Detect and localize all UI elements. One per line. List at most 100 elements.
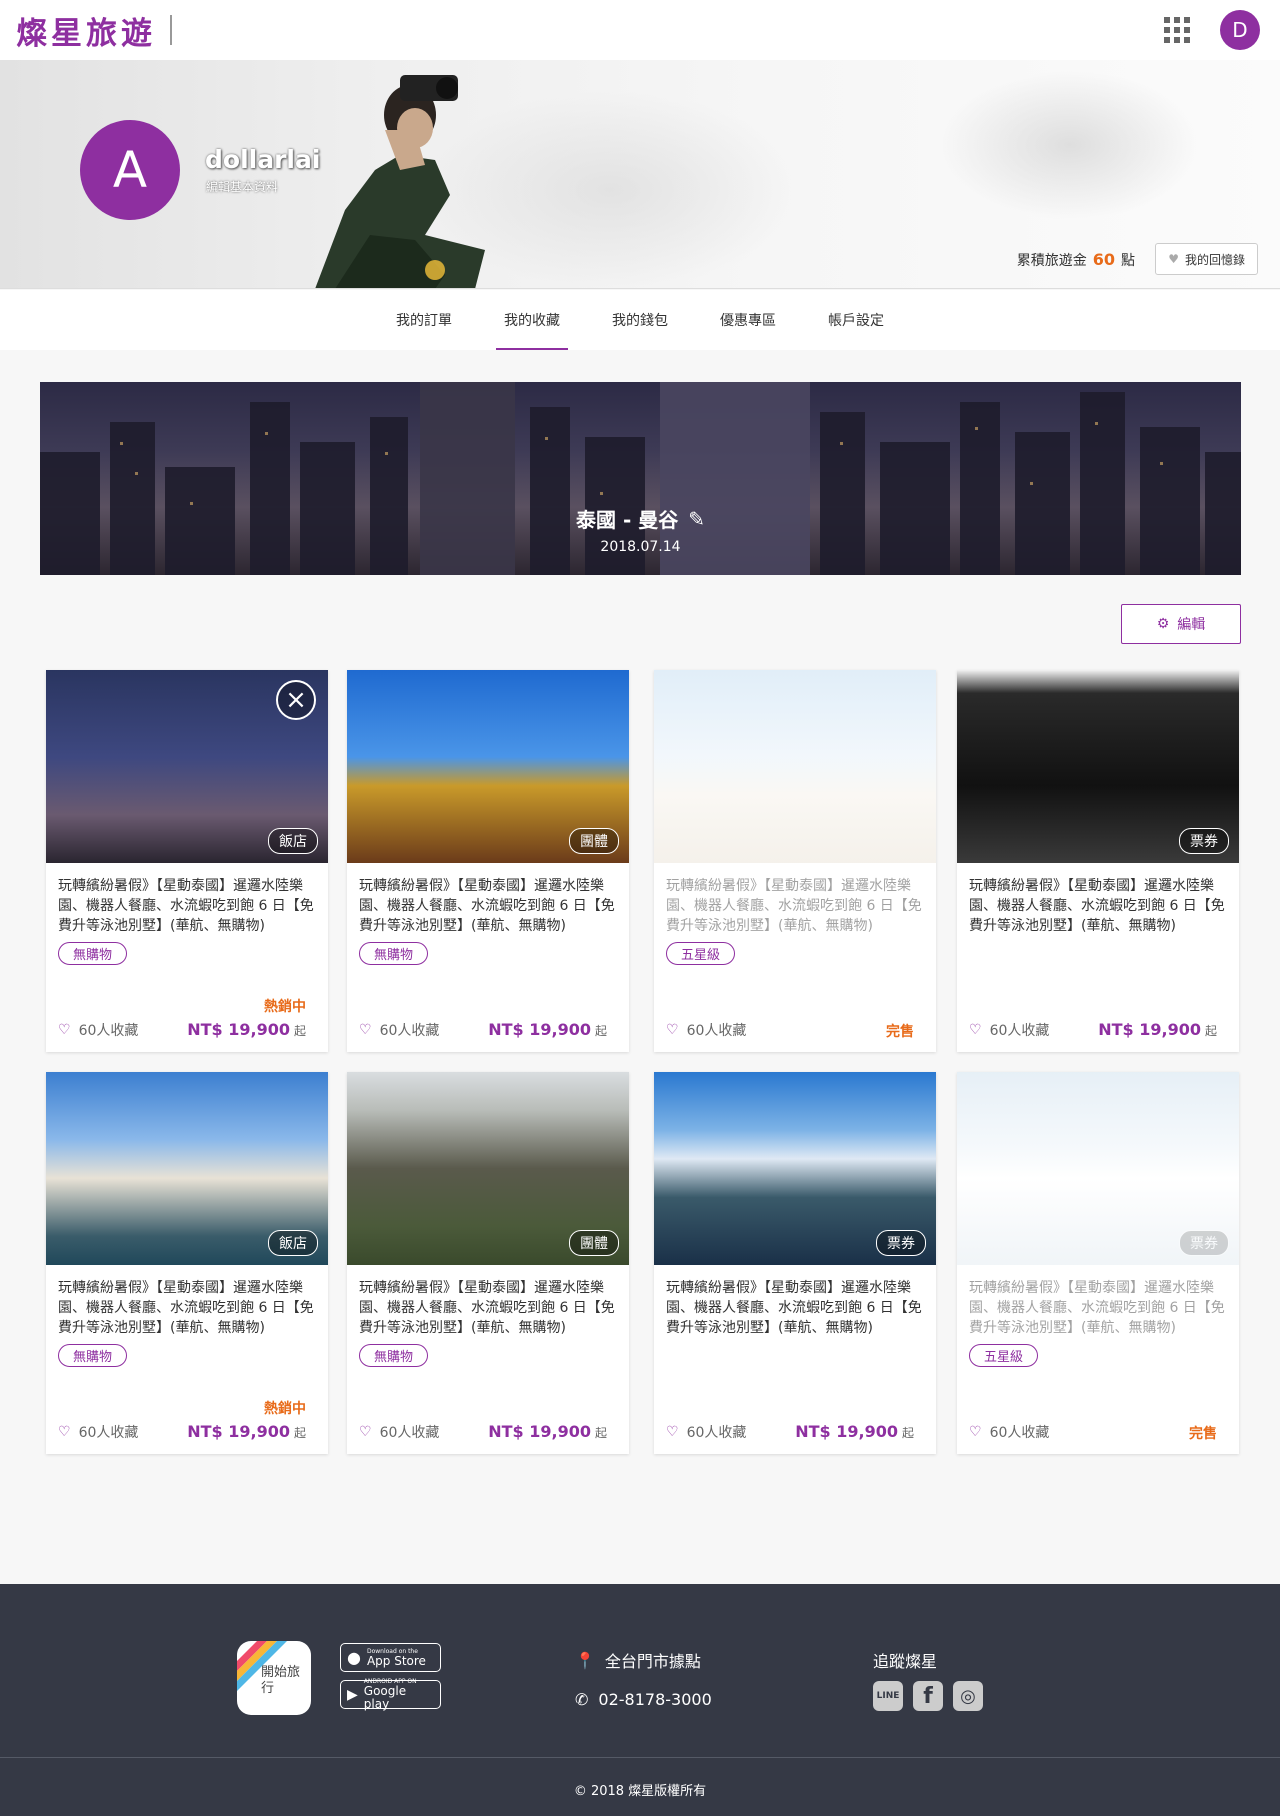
points-unit: 點	[1121, 253, 1135, 269]
play-icon: ▶	[347, 1686, 358, 1703]
logo[interactable]: 燦星旅遊	[16, 8, 156, 53]
heart-outline-icon[interactable]: ♡	[58, 1022, 71, 1038]
favorite-card[interactable]: 票券玩轉繽紛暑假》【星動泰國】暹邏水陸樂園、機器人餐廳、水流蝦吃到飽 6 日【免…	[654, 1072, 936, 1454]
store-locations-label: 全台門市據點	[604, 1652, 701, 1671]
favorite-card[interactable]: × 飯店玩轉繽紛暑假》【星動泰國】暹邏水陸樂園、機器人餐廳、水流蝦吃到飽 6 日【…	[46, 670, 328, 1052]
favorite-count: ♡ 60人收藏	[666, 1422, 746, 1442]
card-price: NT$ 19,900 起	[795, 1422, 914, 1441]
phone-number: 02-8178-3000	[598, 1690, 712, 1709]
instagram-icon[interactable]: ◎	[953, 1681, 983, 1711]
heart-outline-icon[interactable]: ♡	[666, 1424, 679, 1440]
googleplay-button[interactable]: ▶ ANDROID APP ON Google play	[340, 1678, 441, 1711]
app-icon[interactable]: 開始旅行	[237, 1641, 311, 1715]
gear-icon: ⚙	[1156, 616, 1170, 632]
favorite-count-text: 60人收藏	[78, 1023, 139, 1039]
price-suffix: 起	[901, 1426, 914, 1440]
favorite-count-text: 60人收藏	[379, 1425, 440, 1441]
favorite-card[interactable]: 團體 玩轉繽紛暑假》【星動泰國】暹邏水陸樂園、機器人餐廳、水流蝦吃到飽 6 日【免…	[347, 1072, 629, 1454]
favorite-count-text: 60人收藏	[686, 1425, 747, 1441]
collection-title: 泰國 - 曼谷 ✎	[40, 504, 1241, 533]
category-badge: 飯店	[268, 1230, 318, 1256]
card-title[interactable]: 玩轉繽紛暑假》【星動泰國】暹邏水陸樂園、機器人餐廳、水流蝦吃到飽 6 日【免費升…	[58, 876, 316, 936]
favorite-count-text: 60人收藏	[989, 1425, 1050, 1441]
tab-promotions[interactable]: 優惠專區	[700, 290, 796, 350]
collection-banner: 泰國 - 曼谷 ✎ 2018.07.14	[40, 382, 1241, 575]
price-value: NT$ 19,900	[488, 1422, 591, 1441]
appstore-button[interactable]: ● Download on the App Store	[340, 1643, 441, 1672]
card-title[interactable]: 玩轉繽紛暑假》【星動泰國】暹邏水陸樂園、機器人餐廳、水流蝦吃到飽 6 日【免費升…	[969, 1278, 1227, 1338]
line-icon[interactable]: LINE	[873, 1681, 903, 1711]
account-tabs: 我的訂單 我的收藏 我的錢包 優惠專區 帳戶設定	[0, 290, 1280, 350]
price-suffix: 起	[293, 1426, 306, 1440]
facebook-icon[interactable]: f	[913, 1681, 943, 1711]
category-badge: 票券	[1179, 1230, 1229, 1256]
category-badge: 飯店	[268, 828, 318, 854]
tab-favorites[interactable]: 我的收藏	[484, 290, 580, 350]
memory-button[interactable]: ♥ 我的回憶錄	[1155, 243, 1258, 275]
heart-outline-icon[interactable]: ♡	[359, 1424, 372, 1440]
remove-favorite-icon[interactable]: ×	[276, 680, 316, 720]
map-pin-icon: 📍	[575, 1650, 595, 1670]
favorite-count-text: 60人收藏	[989, 1023, 1050, 1039]
apps-grid-icon[interactable]	[1164, 17, 1190, 43]
logo-divider	[170, 15, 172, 45]
card-title[interactable]: 玩轉繽紛暑假》【星動泰國】暹邏水陸樂園、機器人餐廳、水流蝦吃到飽 6 日【免費升…	[58, 1278, 316, 1338]
favorite-count: ♡ 60人收藏	[969, 1422, 1049, 1442]
category-badge: 票券	[876, 1230, 926, 1256]
card-title[interactable]: 玩轉繽紛暑假》【星動泰國】暹邏水陸樂園、機器人餐廳、水流蝦吃到飽 6 日【免費升…	[359, 876, 617, 936]
footer: 開始旅行 ● Download on the App Store ▶ ANDRO…	[0, 1584, 1280, 1816]
heart-outline-icon[interactable]: ♡	[969, 1424, 982, 1440]
points-value: 60	[1092, 250, 1115, 269]
card-tag: 五星級	[969, 1344, 1039, 1367]
heart-outline-icon[interactable]: ♡	[359, 1022, 372, 1038]
card-price: NT$ 19,900 起	[1098, 1020, 1217, 1039]
favorite-card[interactable]: 飯店玩轉繽紛暑假》【星動泰國】暹邏水陸樂園、機器人餐廳、水流蝦吃到飽 6 日【免…	[46, 1072, 328, 1454]
photographer-image	[315, 75, 485, 288]
top-bar-actions: D	[1164, 10, 1264, 50]
category-badge: 團體	[569, 828, 619, 854]
card-price: NT$ 19,900 起	[488, 1020, 607, 1039]
edit-profile-link[interactable]: 編輯基本資料	[206, 178, 278, 195]
tab-account-settings[interactable]: 帳戶設定	[808, 290, 904, 350]
favorite-card[interactable]: 玩轉繽紛暑假》【星動泰國】暹邏水陸樂園、機器人餐廳、水流蝦吃到飽 6 日【免費升…	[654, 670, 936, 1052]
follow-heading: 追蹤燦星	[873, 1652, 938, 1671]
price-suffix: 起	[594, 1024, 607, 1038]
category-badge: 票券	[1179, 828, 1229, 854]
card-price: NT$ 19,900 起	[488, 1422, 607, 1441]
card-tag: 無購物	[359, 1344, 429, 1367]
favorite-count: ♡ 60人收藏	[359, 1422, 439, 1442]
heart-outline-icon[interactable]: ♡	[58, 1424, 71, 1440]
favorite-count: ♡ 60人收藏	[969, 1020, 1049, 1040]
card-title[interactable]: 玩轉繽紛暑假》【星動泰國】暹邏水陸樂園、機器人餐廳、水流蝦吃到飽 6 日【免費升…	[666, 1278, 924, 1338]
price-value: NT$ 19,900	[488, 1020, 591, 1039]
edit-collection-button[interactable]: ⚙ 編輯	[1121, 604, 1241, 644]
user-avatar[interactable]: D	[1220, 10, 1260, 50]
tab-orders[interactable]: 我的訂單	[376, 290, 472, 350]
favorite-card[interactable]: 票券玩轉繽紛暑假》【星動泰國】暹邏水陸樂園、機器人餐廳、水流蝦吃到飽 6 日【免…	[957, 1072, 1239, 1454]
memory-button-label: 我的回憶錄	[1184, 252, 1245, 267]
price-value: NT$ 19,900	[187, 1020, 290, 1039]
copyright: © 2018 燦星版權所有	[573, 1784, 707, 1799]
store-locations-link[interactable]: 📍 全台門市據點	[575, 1648, 701, 1672]
tab-wallet[interactable]: 我的錢包	[592, 290, 688, 350]
favorite-count-text: 60人收藏	[379, 1023, 440, 1039]
card-title[interactable]: 玩轉繽紛暑假》【星動泰國】暹邏水陸樂園、機器人餐廳、水流蝦吃到飽 6 日【免費升…	[969, 876, 1227, 936]
price-suffix: 起	[594, 1426, 607, 1440]
card-tag: 無購物	[359, 942, 429, 965]
favorite-card[interactable]: 團體玩轉繽紛暑假》【星動泰國】暹邏水陸樂園、機器人餐廳、水流蝦吃到飽 6 日【免…	[347, 670, 629, 1052]
price-suffix: 起	[1204, 1024, 1217, 1038]
edit-collection-label: 編輯	[1177, 617, 1206, 633]
phone-contact: ✆ 02-8178-3000	[575, 1690, 712, 1709]
favorite-count: ♡ 60人收藏	[58, 1422, 138, 1442]
profile-name: dollarlai	[205, 145, 321, 174]
card-price: NT$ 19,900 起	[187, 1422, 306, 1441]
card-title[interactable]: 玩轉繽紛暑假》【星動泰國】暹邏水陸樂園、機器人餐廳、水流蝦吃到飽 6 日【免費升…	[359, 1278, 617, 1338]
heart-outline-icon[interactable]: ♡	[666, 1022, 679, 1038]
profile-avatar: A	[80, 120, 180, 220]
card-price: NT$ 19,900 起	[187, 1020, 306, 1039]
favorite-card[interactable]: 票券玩轉繽紛暑假》【星動泰國】暹邏水陸樂園、機器人餐廳、水流蝦吃到飽 6 日【免…	[957, 670, 1239, 1052]
card-title[interactable]: 玩轉繽紛暑假》【星動泰國】暹邏水陸樂園、機器人餐廳、水流蝦吃到飽 6 日【免費升…	[666, 876, 924, 936]
heart-outline-icon[interactable]: ♡	[969, 1022, 982, 1038]
pencil-icon[interactable]: ✎	[688, 507, 705, 531]
card-image	[654, 670, 936, 863]
